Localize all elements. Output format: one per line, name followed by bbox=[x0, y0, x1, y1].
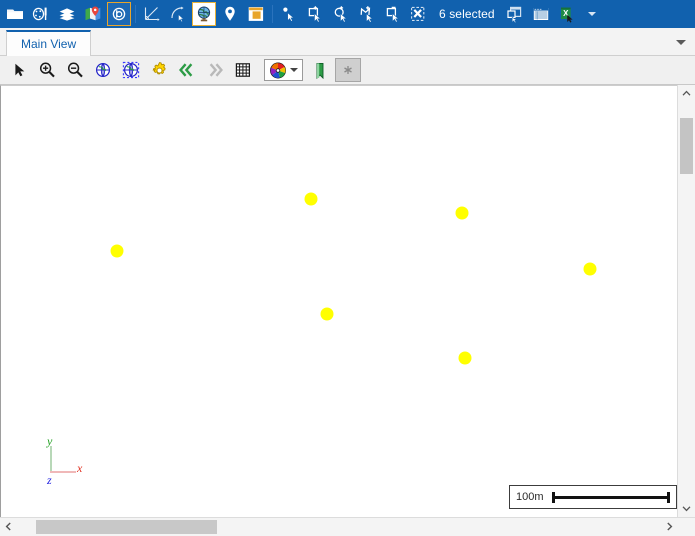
bookmark-flag-icon[interactable] bbox=[307, 58, 333, 82]
horizontal-scroll-track[interactable] bbox=[17, 518, 661, 536]
location-pin-icon[interactable] bbox=[218, 2, 242, 26]
scroll-left-button[interactable] bbox=[0, 518, 17, 535]
settings-gear-icon[interactable] bbox=[146, 58, 172, 82]
axis-label-z: z bbox=[47, 473, 52, 487]
grid-icon[interactable] bbox=[230, 58, 256, 82]
scale-bar-cap-left bbox=[551, 491, 555, 503]
point-marker[interactable] bbox=[110, 244, 124, 258]
globe-front-icon[interactable] bbox=[90, 58, 116, 82]
point-marker[interactable] bbox=[583, 262, 597, 276]
point-marker[interactable] bbox=[455, 206, 469, 220]
point-cloud-canvas[interactable]: y x z 100m bbox=[0, 85, 677, 517]
export-excel-icon[interactable]: X bbox=[555, 2, 579, 26]
select-rect-add-icon[interactable] bbox=[303, 2, 327, 26]
toolbar-separator-1 bbox=[135, 5, 136, 23]
point-marker[interactable] bbox=[458, 351, 472, 365]
select-lasso-add-icon[interactable] bbox=[355, 2, 379, 26]
globe-icon[interactable] bbox=[192, 2, 216, 26]
tab-bar-filler bbox=[91, 28, 670, 55]
tab-bar: Main View bbox=[0, 28, 695, 56]
scrollbar-corner bbox=[678, 518, 695, 536]
selection-status-label: 6 selected bbox=[439, 7, 495, 21]
pointer-tool-icon[interactable] bbox=[6, 58, 32, 82]
measure-angle-icon[interactable] bbox=[140, 2, 164, 26]
vertical-scroll-thumb[interactable] bbox=[680, 117, 693, 174]
point-marker[interactable] bbox=[304, 192, 318, 206]
zoom-in-icon[interactable] bbox=[34, 58, 60, 82]
axis-label-x: x bbox=[77, 461, 83, 475]
tab-label: Main View bbox=[21, 37, 77, 51]
vertical-scroll-track[interactable] bbox=[678, 102, 695, 500]
view-area: y x z 100m bbox=[0, 85, 695, 517]
select-rect-subtract-icon[interactable] bbox=[381, 2, 405, 26]
map-pin-icon[interactable] bbox=[81, 2, 105, 26]
polyline-pick-icon[interactable] bbox=[166, 2, 190, 26]
vertical-scrollbar[interactable] bbox=[677, 85, 695, 517]
zoom-out-icon[interactable] bbox=[62, 58, 88, 82]
window-overlay-icon[interactable] bbox=[244, 2, 268, 26]
application-window: 6 selected X Main View y x z 100m bbox=[0, 0, 695, 536]
axis-line-y bbox=[50, 446, 52, 473]
point-marker[interactable] bbox=[320, 307, 334, 321]
axis-label-y: y bbox=[47, 434, 53, 448]
axis-line-x bbox=[50, 471, 76, 473]
globe-selected-icon[interactable] bbox=[118, 58, 144, 82]
asterisk-button[interactable] bbox=[335, 58, 361, 82]
scale-bar-label: 100m bbox=[516, 491, 544, 503]
previous-icon[interactable] bbox=[174, 58, 200, 82]
horizontal-scrollbar[interactable] bbox=[0, 517, 695, 536]
scroll-right-button[interactable] bbox=[661, 518, 678, 535]
toolbar-separator-2 bbox=[272, 5, 273, 23]
select-point-icon[interactable] bbox=[277, 2, 301, 26]
select-circle-add-icon[interactable] bbox=[329, 2, 353, 26]
clear-selection-icon[interactable] bbox=[407, 2, 431, 26]
scale-bar-rule bbox=[551, 495, 670, 499]
tab-main-view[interactable]: Main View bbox=[6, 30, 92, 56]
horizontal-scroll-thumb[interactable] bbox=[36, 520, 217, 534]
table-list-icon[interactable] bbox=[529, 2, 553, 26]
blender-object-icon[interactable] bbox=[107, 2, 131, 26]
palette-tools-icon[interactable] bbox=[29, 2, 53, 26]
main-toolbar: 6 selected X bbox=[0, 0, 695, 28]
open-folder-icon[interactable] bbox=[3, 2, 27, 26]
axis-triad: y x z bbox=[39, 435, 99, 487]
scale-bar-ruler bbox=[551, 491, 670, 503]
layers-icon[interactable] bbox=[55, 2, 79, 26]
ribbon-overflow-chevron-down-icon[interactable] bbox=[584, 2, 600, 26]
color-palette-picker[interactable] bbox=[264, 59, 303, 81]
scroll-down-button[interactable] bbox=[678, 500, 695, 517]
export-view-icon[interactable] bbox=[503, 2, 527, 26]
color-picker-chevron-down-icon[interactable] bbox=[288, 68, 300, 72]
scale-bar: 100m bbox=[509, 485, 677, 509]
scale-bar-cap-right bbox=[667, 491, 670, 503]
scroll-up-button[interactable] bbox=[678, 85, 695, 102]
next-icon[interactable] bbox=[202, 58, 228, 82]
tab-list-chevron-down-icon[interactable] bbox=[670, 29, 692, 55]
view-toolbar bbox=[0, 56, 695, 85]
